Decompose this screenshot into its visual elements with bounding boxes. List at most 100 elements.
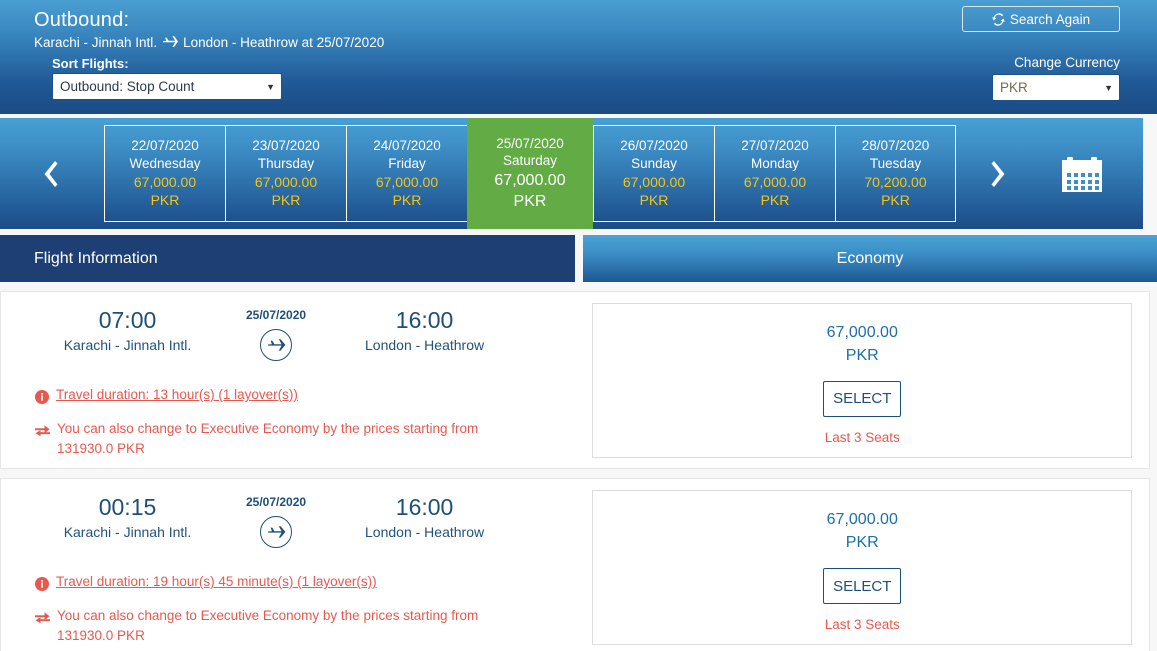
date-card-currency: PKR	[881, 192, 910, 209]
date-card[interactable]: 27/07/2020 Monday 67,000.00 PKR	[714, 125, 835, 222]
departure-airport: Karachi - Jinnah Intl.	[63, 524, 192, 541]
date-card-weekday: Thursday	[257, 156, 315, 172]
date-card-currency: PKR	[760, 192, 790, 209]
date-card-list: 22/07/2020 Wednesday 67,000.00 PKR 23/07/202…	[104, 118, 956, 229]
route-origin: Karachi - Jinnah Intl.	[34, 34, 158, 50]
carousel-next-button[interactable]	[956, 118, 1036, 229]
fare-box: 67,000.00 PKR SELECT Last 3 Seats	[592, 489, 1133, 645]
flight-date: 25/07/2020	[246, 308, 307, 322]
departure-airport: Karachi - Jinnah Intl.	[63, 337, 192, 354]
plane-icon	[162, 35, 179, 51]
flight-date-and-plane: 25/07/2020	[220, 308, 332, 361]
flight-itinerary: 07:00 Karachi - Jinnah Intl. 25/07/2020 …	[1, 308, 576, 361]
refresh-icon	[992, 12, 1005, 26]
date-card-price: 70,200.00	[864, 173, 927, 190]
seats-remaining-badge: Last 3 Seats	[824, 429, 900, 445]
flight-itinerary: 00:15 Karachi - Jinnah Intl. 25/07/2020 …	[1, 495, 576, 549]
search-again-label: Search Again	[1009, 11, 1091, 27]
date-card-date: 23/07/2020	[252, 138, 320, 154]
flight-details: 00:15 Karachi - Jinnah Intl. 25/07/2020 …	[1, 479, 576, 651]
flight-date-and-plane: 25/07/2020	[220, 495, 332, 549]
arrival-time: 16:00	[395, 494, 454, 521]
flight-result-row: 07:00 Karachi - Jinnah Intl. 25/07/2020 …	[0, 291, 1150, 470]
seats-remaining-badge: Last 3 Seats	[824, 617, 900, 633]
date-card-price: 67,000.00	[375, 173, 439, 190]
date-card-weekday: Wednesday	[129, 156, 201, 172]
departure-segment: 07:00 Karachi - Jinnah Intl.	[35, 308, 220, 353]
date-card-currency: PKR	[392, 192, 422, 209]
fare-cell: 67,000.00 PKR SELECT Last 3 Seats	[576, 292, 1150, 468]
date-card[interactable]: 26/07/2020 Sunday 67,000.00 PKR	[593, 125, 714, 222]
date-card-date: 28/07/2020	[861, 138, 930, 154]
route-summary: Karachi - Jinnah Intl. London - Heathrow…	[34, 34, 1139, 50]
departure-time: 00:15	[98, 494, 157, 521]
fare-amount: 67,000.00	[826, 510, 898, 528]
fare-currency: PKR	[845, 346, 879, 364]
currency-select-wrap[interactable]: PKR ▼	[992, 74, 1120, 101]
route-destination: London - Heathrow at 25/07/2020	[183, 34, 385, 50]
fare-currency: PKR	[845, 533, 879, 551]
arrival-time: 16:00	[395, 307, 454, 333]
date-card-price: 67,000.00	[743, 173, 807, 190]
select-fare-button[interactable]: SELECT	[823, 380, 902, 417]
currency-select[interactable]: PKR	[992, 74, 1120, 101]
sort-flights-select-wrap[interactable]: Outbound: Stop Count ▼	[18, 73, 282, 100]
date-card-weekday: Monday	[750, 156, 800, 172]
search-again-button[interactable]: Search Again	[962, 6, 1120, 32]
date-card-date: 24/07/2020	[373, 138, 441, 154]
results-column-headers: Flight Information Economy	[0, 235, 1157, 282]
date-card-price: 67,000.00	[622, 173, 686, 190]
fare-box: 67,000.00 PKR SELECT Last 3 Seats	[592, 302, 1133, 458]
travel-duration-note[interactable]: Travel duration: 13 hour(s) (1 layover(s…	[1, 387, 576, 404]
date-card-date: 22/07/2020	[131, 138, 199, 154]
date-card-price: 67,000.00	[133, 173, 197, 190]
date-card-weekday: Saturday	[502, 153, 558, 169]
date-card[interactable]: 22/07/2020 Wednesday 67,000.00 PKR	[104, 125, 225, 222]
info-icon	[35, 577, 49, 592]
upgrade-note: You can also change to Executive Economy…	[1, 606, 576, 645]
upgrade-note-text: You can also change to Executive Economy…	[57, 608, 479, 643]
upgrade-note: You can also change to Executive Economy…	[1, 419, 576, 458]
plane-circle-icon	[260, 329, 293, 361]
date-card[interactable]: 28/07/2020 Tuesday 70,200.00 PKR	[835, 125, 956, 222]
flight-results-list: 07:00 Karachi - Jinnah Intl. 25/07/2020 …	[0, 282, 1157, 651]
date-card-price: 67,000.00	[494, 172, 566, 190]
plane-circle-icon	[260, 516, 293, 549]
date-card-currency: PKR	[513, 193, 547, 211]
date-card-weekday: Sunday	[631, 156, 677, 172]
departure-segment: 00:15 Karachi - Jinnah Intl.	[35, 495, 220, 540]
departure-time: 07:00	[98, 307, 157, 333]
change-currency-label: Change Currency	[1014, 55, 1120, 70]
select-fare-button[interactable]: SELECT	[823, 568, 902, 605]
date-card-date: 27/07/2020	[741, 138, 809, 154]
date-carousel: 22/07/2020 Wednesday 67,000.00 PKR 23/07/202…	[0, 118, 1143, 229]
fare-amount: 67,000.00	[826, 323, 898, 341]
exchange-icon	[35, 423, 50, 437]
sort-flights-label: Sort Flights:	[52, 56, 129, 71]
cabin-class-header: Economy	[583, 235, 1157, 282]
exchange-icon	[35, 610, 50, 624]
travel-duration-link[interactable]: Travel duration: 13 hour(s) (1 layover(s…	[56, 387, 298, 402]
info-icon	[35, 390, 49, 404]
upgrade-note-text: You can also change to Executive Economy…	[57, 421, 479, 456]
date-card-currency: PKR	[271, 192, 301, 209]
arrival-airport: London - Heathrow	[365, 524, 485, 541]
date-card-currency: PKR	[639, 192, 669, 209]
flight-details: 07:00 Karachi - Jinnah Intl. 25/07/2020 …	[1, 292, 576, 468]
travel-duration-note[interactable]: Travel duration: 19 hour(s) 45 minute(s)…	[1, 574, 576, 592]
arrival-segment: 16:00 London - Heathrow	[332, 308, 517, 353]
date-card-currency: PKR	[150, 192, 180, 209]
date-card-selected[interactable]: 25/07/2020 Saturday 67,000.00 PKR	[467, 118, 593, 229]
fare-cell: 67,000.00 PKR SELECT Last 3 Seats	[576, 479, 1150, 651]
sort-flights-select[interactable]: Outbound: Stop Count	[52, 73, 282, 100]
travel-duration-link[interactable]: Travel duration: 19 hour(s) 45 minute(s)…	[56, 574, 377, 589]
date-card[interactable]: 23/07/2020 Thursday 67,000.00 PKR	[225, 125, 346, 222]
carousel-prev-button[interactable]	[0, 118, 104, 229]
flight-information-header: Flight Information	[0, 235, 575, 282]
calendar-icon	[1061, 155, 1103, 193]
open-calendar-button[interactable]	[1036, 118, 1128, 229]
arrival-segment: 16:00 London - Heathrow	[332, 495, 517, 540]
date-card-date: 25/07/2020	[496, 135, 564, 151]
date-card[interactable]: 24/07/2020 Friday 67,000.00 PKR	[346, 125, 467, 222]
date-card-date: 26/07/2020	[620, 138, 688, 154]
